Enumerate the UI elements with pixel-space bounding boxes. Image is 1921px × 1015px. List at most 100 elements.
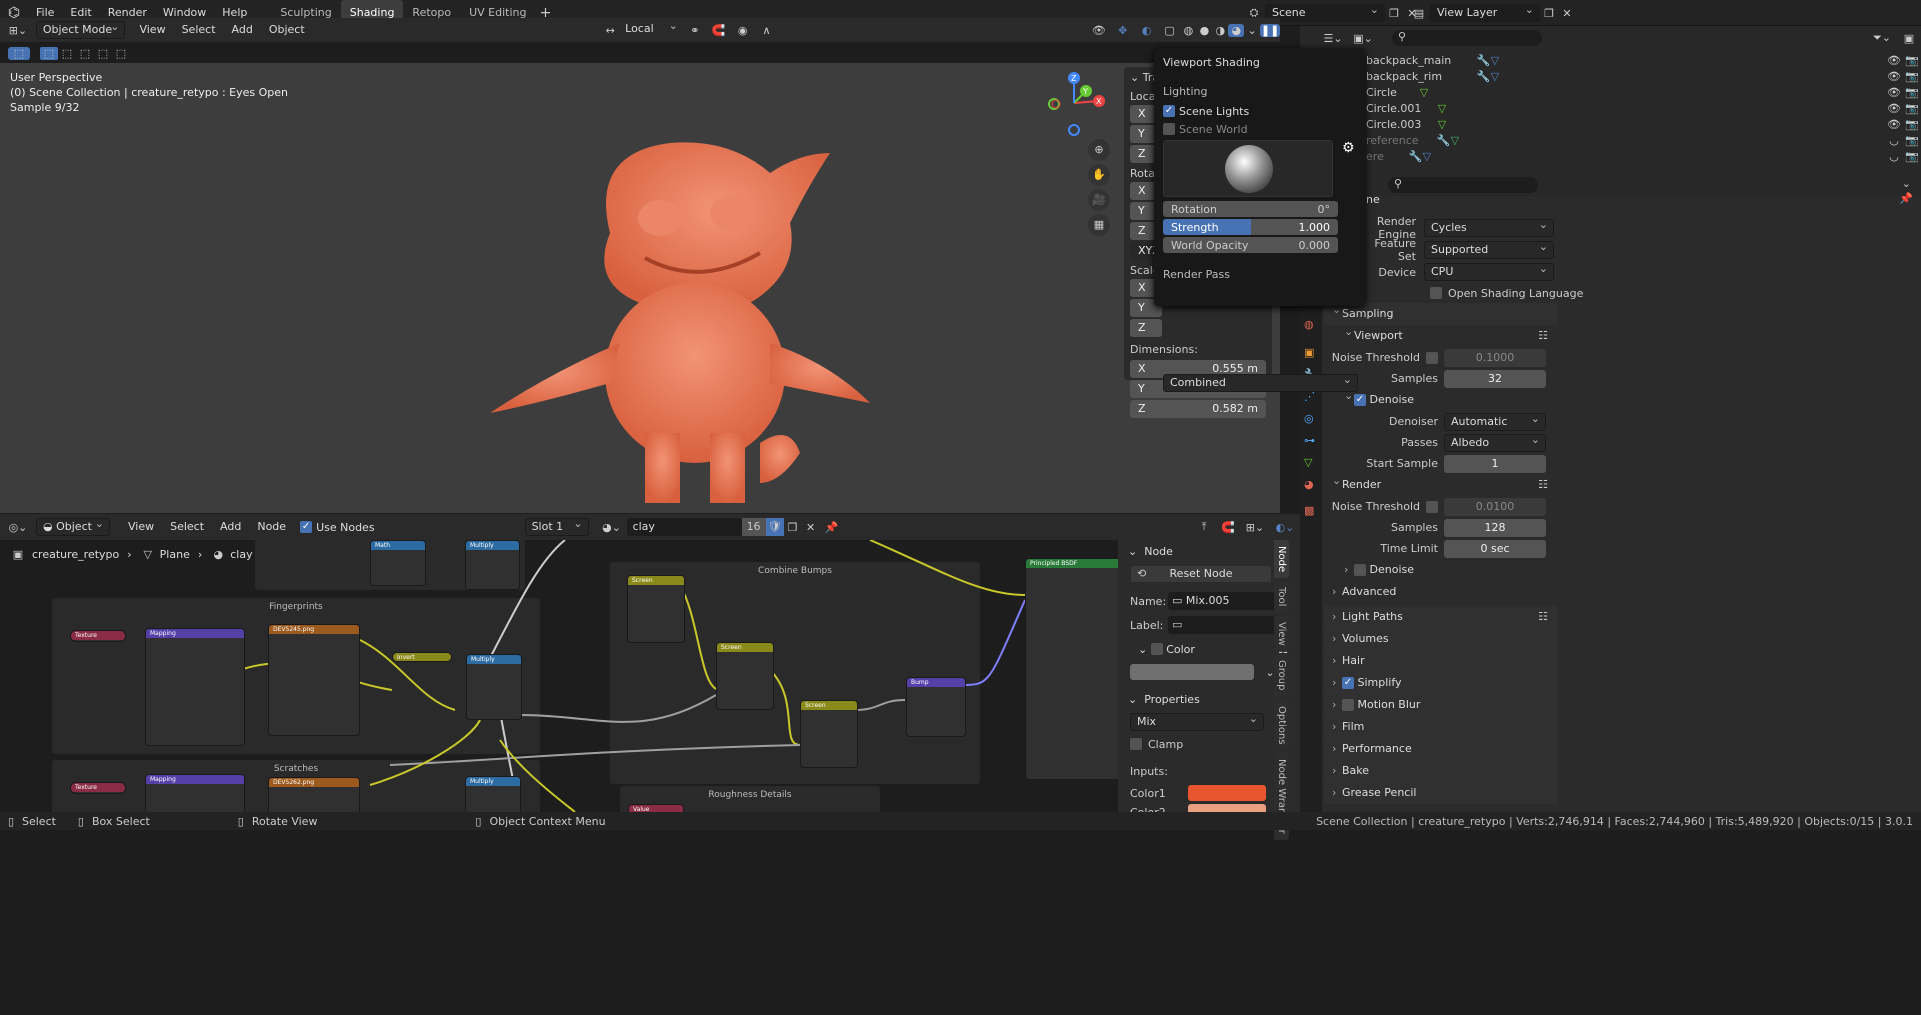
osl-checkbox[interactable] (1430, 287, 1442, 299)
denoise-subsection[interactable]: ✓ Denoise (1336, 385, 1558, 411)
camera-icon[interactable]: 📷 (1903, 117, 1921, 133)
advanced-subsection[interactable]: Advanced (1324, 581, 1558, 603)
orientation-dropdown[interactable]: Local (619, 18, 683, 39)
shader-type-dropdown[interactable]: ◒ Object (36, 516, 110, 536)
device-dropdown[interactable]: CPU (1424, 261, 1554, 281)
tab-tool[interactable]: Tool (1274, 581, 1289, 613)
camera-icon[interactable]: 📷 (1903, 85, 1921, 101)
feature-set-dropdown[interactable]: Supported (1424, 239, 1554, 259)
node-editor-type-icon[interactable]: ◎⌄ (0, 521, 36, 534)
tab-options[interactable]: Options (1274, 699, 1289, 751)
render-denoise-subsection[interactable]: Denoise (1336, 559, 1558, 581)
select-extend-icon[interactable]: ⬚ (58, 47, 76, 60)
node-color-checkbox[interactable] (1150, 643, 1163, 655)
denoiser-dropdown[interactable]: Automatic (1444, 411, 1546, 431)
outliner-row[interactable]: Circle.001 ▽ 👁 📷 (1366, 101, 1921, 117)
vp-menu-object[interactable]: Object (261, 17, 313, 43)
texture-coordinate-node[interactable]: Texture Coordinate (70, 630, 126, 642)
clamp-checkbox[interactable] (1130, 738, 1142, 750)
duplicate-material-icon[interactable]: ❐ (784, 521, 802, 534)
tab-view[interactable]: View (1274, 615, 1289, 652)
shading-options-icon[interactable]: ⌄ (1244, 24, 1260, 37)
constraints-tab-icon[interactable]: ⊶ (1304, 434, 1315, 447)
simplify-checkbox[interactable]: ✓ (1342, 677, 1354, 689)
math-node[interactable]: Math (370, 540, 426, 586)
render-denoise-checkbox[interactable] (1354, 564, 1366, 576)
select-intersect-icon[interactable]: ⬚ (112, 47, 130, 60)
eye-closed-icon[interactable]: ◡ (1885, 149, 1903, 165)
pivot-icon[interactable]: ⚭ (683, 24, 707, 37)
outliner-row[interactable]: ere 🔧▽ ◡ 📷 (1366, 149, 1921, 165)
render-pass-dropdown[interactable]: Combined (1163, 372, 1358, 392)
pin-node-tree-icon[interactable]: 📌 (820, 521, 844, 534)
select-tool-icon[interactable]: ⬚ (8, 46, 30, 60)
editor-type-icon[interactable]: ⊞⌄ (0, 24, 36, 37)
viewport-subsection[interactable]: Viewport ☷ (1336, 321, 1558, 347)
multiply-node[interactable]: Multiply (466, 654, 522, 720)
outliner-display-icon[interactable]: ▣⌄ (1348, 32, 1378, 45)
image-texture-node-2[interactable]: DEV5262.png (268, 777, 360, 812)
camera-icon[interactable]: 📷 (1903, 101, 1921, 117)
vp-menu-add[interactable]: Add (224, 17, 261, 43)
node-label-field[interactable]: ▭ (1168, 616, 1284, 634)
pause-render-icon[interactable]: ❚❚ (1260, 23, 1281, 37)
view-layer-icon[interactable]: ▤ (1408, 7, 1430, 20)
presets-icon[interactable]: ☷ (1538, 606, 1548, 628)
outliner-row[interactable]: reference 🔧▽ ◡ 📷 (1366, 133, 1921, 149)
multiply-node-3[interactable]: Multiply (465, 776, 521, 812)
multiply-node-top[interactable]: Multiply (465, 540, 520, 590)
delete-view-layer-icon[interactable]: ✕ (1558, 7, 1576, 20)
outliner-editor-icon[interactable]: ☰⌄ (1318, 32, 1348, 45)
principled-bsdf-node[interactable]: Principled BSDF (1025, 558, 1118, 780)
unlink-material-icon[interactable]: ✕ (802, 521, 820, 534)
hdri-settings-icon[interactable]: ⚙ (1342, 140, 1355, 156)
node-overlay-icon[interactable]: ◐⌄ (1270, 521, 1300, 534)
bake-section[interactable]: Bake (1324, 760, 1558, 782)
eye-icon[interactable]: 👁 (1885, 101, 1903, 117)
sampling-section[interactable]: Sampling (1324, 299, 1558, 325)
3d-viewport[interactable]: User Perspective (0) Scene Collection | … (0, 63, 1280, 513)
eye-icon[interactable]: 👁 (1885, 69, 1903, 85)
slot-dropdown[interactable]: Slot 1 (524, 516, 589, 536)
motion-blur-checkbox[interactable] (1342, 699, 1354, 711)
wireframe-shading-icon[interactable]: ◍ (1181, 24, 1197, 37)
outliner-row[interactable]: backpack_rim 🔧▽ 👁 📷 (1366, 69, 1921, 85)
node-panel-header[interactable]: ⌄ Node (1118, 540, 1300, 562)
visibility-icon[interactable]: 👁 (1087, 24, 1111, 37)
material-name-field[interactable]: clay (626, 518, 742, 536)
options-icon[interactable]: ⌄ (1902, 177, 1911, 190)
eye-icon[interactable]: 👁 (1885, 85, 1903, 101)
value-node[interactable]: Value (628, 804, 684, 812)
screen-node-2[interactable]: Screen (716, 642, 774, 710)
node-color-swatch[interactable] (1130, 664, 1254, 680)
vp-noise-field[interactable]: 0.1000 (1444, 348, 1546, 367)
properties-panel-header[interactable]: ⌄ Properties (1118, 687, 1300, 711)
material-tab-icon[interactable]: ◕ (1304, 478, 1314, 491)
render-subsection[interactable]: Render ☷ (1324, 470, 1558, 496)
proportional-edit-icon[interactable]: ◉ (731, 24, 755, 37)
new-view-layer-icon[interactable]: ❐ (1540, 7, 1558, 20)
presets-icon[interactable]: ☷ (1538, 325, 1548, 347)
color1-swatch[interactable] (1188, 785, 1266, 801)
node-menu-select[interactable]: Select (162, 514, 212, 540)
rotation-slider[interactable]: Rotation 0° (1163, 201, 1338, 217)
dimension-z[interactable]: Z 0.582 m (1130, 400, 1266, 418)
texture-tab-icon[interactable]: ▩ (1304, 504, 1314, 517)
vp-menu-select[interactable]: Select (174, 17, 224, 43)
scale-z[interactable]: Z (1130, 319, 1162, 337)
falloff-icon[interactable]: ∧ (755, 24, 779, 37)
hair-section[interactable]: Hair (1324, 650, 1558, 672)
r-noise-field[interactable]: 0.0100 (1444, 497, 1546, 516)
node-menu-view[interactable]: View (120, 514, 162, 540)
passes-dropdown[interactable]: Albedo (1444, 432, 1546, 452)
screen-node-3[interactable]: Screen (800, 700, 858, 768)
filter-icon[interactable]: ⏷⌄ (1867, 31, 1897, 45)
gizmo-toggle-icon[interactable]: ✥ (1111, 24, 1135, 37)
snap-icon[interactable]: 🧲 (707, 24, 731, 37)
scene-world-checkbox[interactable] (1163, 123, 1175, 135)
start-sample-field[interactable]: 1 (1444, 454, 1546, 473)
select-invert-icon[interactable]: ⬚ (94, 47, 112, 60)
presets-icon[interactable]: ☷ (1538, 474, 1548, 496)
volumes-section[interactable]: Volumes (1324, 628, 1558, 650)
simplify-section[interactable]: ✓ Simplify (1324, 672, 1558, 694)
